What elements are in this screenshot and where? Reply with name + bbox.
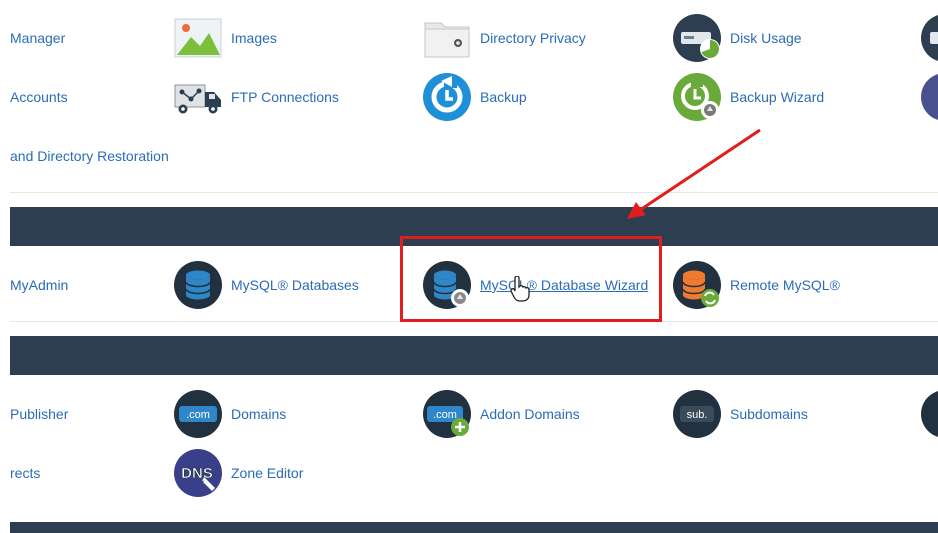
subdomains-label: Subdomains <box>730 406 808 422</box>
subdomains-link[interactable]: sub. Subdomains <box>672 388 808 440</box>
directory-privacy-icon <box>422 13 472 63</box>
file-and-directory-restoration-label: and Directory Restoration <box>10 148 169 164</box>
zone-editor-link[interactable]: DNS Zone Editor <box>173 447 303 499</box>
disk-usage-icon <box>672 13 722 63</box>
ftp-connections-label: FTP Connections <box>231 89 339 105</box>
partial-icon-right-3[interactable] <box>920 388 938 440</box>
remote-mysql-icon <box>672 260 722 310</box>
domains-section-header[interactable] <box>10 336 938 375</box>
addon-domains-link[interactable]: .com Addon Domains <box>422 388 580 440</box>
zone-editor-label: Zone Editor <box>231 465 304 481</box>
images-icon <box>173 13 223 63</box>
ftp-accounts-link[interactable]: Accounts <box>10 71 68 123</box>
ftp-connections-icon <box>173 72 223 122</box>
redirects-label: rects <box>10 465 41 481</box>
partial-icon-right-2[interactable] <box>920 71 938 123</box>
redirects-link[interactable]: rects <box>10 447 40 499</box>
disk-usage-label: Disk Usage <box>730 30 802 46</box>
domains-label: Domains <box>231 406 287 422</box>
images-label: Images <box>231 30 277 46</box>
hand-cursor-icon <box>510 276 530 302</box>
aliases-icon <box>920 389 938 439</box>
mysql-databases-link[interactable]: MySQL® Databases <box>173 259 359 311</box>
files-section-divider <box>10 192 938 193</box>
addon-domains-icon: .com <box>422 389 472 439</box>
backup-link[interactable]: Backup <box>422 71 527 123</box>
ftp-connections-link[interactable]: FTP Connections <box>173 71 339 123</box>
file-manager-label: Manager <box>10 30 66 46</box>
domains-link[interactable]: .com Domains <box>173 388 286 440</box>
remote-mysql-label: Remote MySQL® <box>730 277 840 293</box>
cpanel-page: Manager Images Directory Privacy Disk Us… <box>0 0 938 533</box>
domains-icon: .com <box>173 389 223 439</box>
web-disk-icon <box>920 13 938 63</box>
zone-editor-icon: DNS <box>173 448 223 498</box>
disk-usage-link[interactable]: Disk Usage <box>672 12 802 64</box>
next-section-header[interactable] <box>10 522 938 533</box>
partial-icon-right-1[interactable] <box>920 12 938 64</box>
directory-privacy-link[interactable]: Directory Privacy <box>422 12 586 64</box>
directory-privacy-label: Directory Privacy <box>480 30 586 46</box>
images-link[interactable]: Images <box>173 12 277 64</box>
git-version-control-icon <box>920 72 938 122</box>
backup-label: Backup <box>480 89 527 105</box>
mysql-databases-icon <box>173 260 223 310</box>
mysql-databases-label: MySQL® Databases <box>231 277 359 293</box>
highlight-box <box>400 236 662 322</box>
site-publisher-link[interactable]: Publisher <box>10 388 68 440</box>
remote-mysql-link[interactable]: Remote MySQL® <box>672 259 840 311</box>
backup-wizard-link[interactable]: Backup Wizard <box>672 71 824 123</box>
backup-icon <box>422 72 472 122</box>
backup-wizard-label: Backup Wizard <box>730 89 825 105</box>
ftp-accounts-label: Accounts <box>10 89 68 105</box>
domains-icon-text: .com <box>186 409 210 421</box>
left-edge-mask <box>0 0 10 533</box>
file-manager-link[interactable]: Manager <box>10 12 65 64</box>
phpmyadmin-label: MyAdmin <box>10 277 69 293</box>
file-and-directory-restoration-link[interactable]: and Directory Restoration <box>10 130 169 182</box>
addon-domains-label: Addon Domains <box>480 406 580 422</box>
backup-wizard-icon <box>672 72 722 122</box>
zone-editor-icon-text: DNS <box>181 465 213 482</box>
phpmyadmin-link[interactable]: MyAdmin <box>10 259 68 311</box>
addon-domains-icon-text: .com <box>433 409 457 421</box>
site-publisher-label: Publisher <box>10 406 69 422</box>
subdomains-icon: sub. <box>672 389 722 439</box>
subdomains-icon-text: sub. <box>687 409 708 421</box>
